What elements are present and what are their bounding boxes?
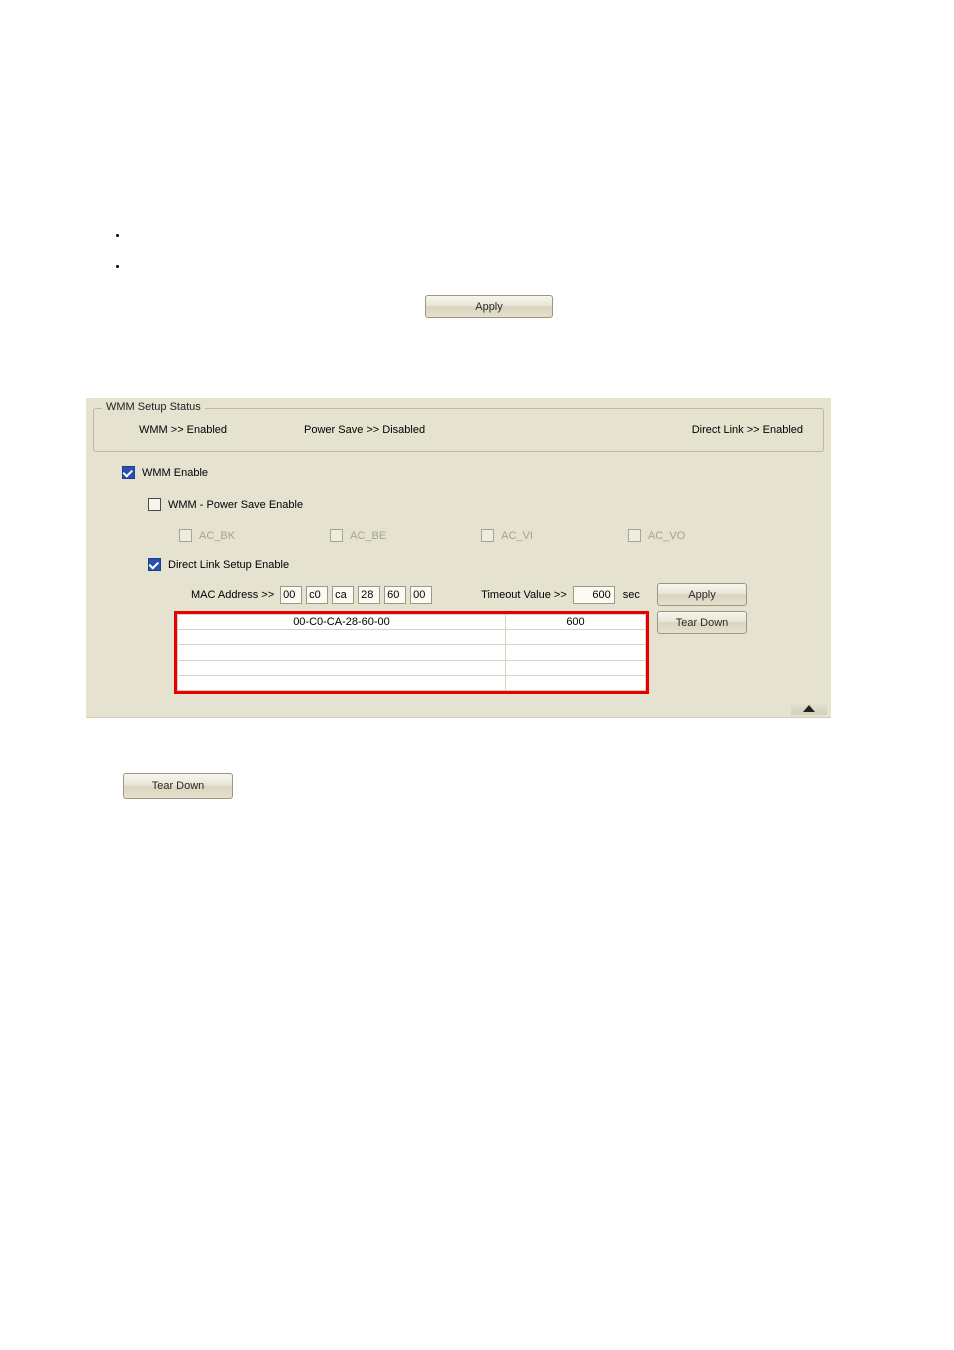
- mac-octet-1[interactable]: [306, 586, 328, 604]
- wmm-enable-label: WMM Enable: [142, 467, 208, 479]
- ac-vi-checkbox: [481, 529, 494, 542]
- powersave-enable-checkbox[interactable]: [148, 498, 161, 511]
- apply-button-top[interactable]: Apply: [425, 295, 553, 318]
- ac-be-checkbox: [330, 529, 343, 542]
- table-cell-mac: 00-C0-CA-28-60-00: [178, 615, 506, 630]
- wmm-status-fieldset: WMM Setup Status WMM >> Enabled Power Sa…: [93, 408, 824, 452]
- table-row: [178, 675, 646, 690]
- wmm-enable-checkbox[interactable]: [122, 466, 135, 479]
- table-row: [178, 645, 646, 660]
- powersave-status-text: Power Save >> Disabled: [304, 424, 594, 436]
- table-row: [178, 630, 646, 645]
- timeout-label: Timeout Value >>: [481, 589, 567, 601]
- directlink-status-text: Direct Link >> Enabled: [692, 424, 803, 436]
- mac-address-label: MAC Address >>: [191, 589, 274, 601]
- table-row: 00-C0-CA-28-60-00 600: [178, 615, 646, 630]
- mac-octet-5[interactable]: [410, 586, 432, 604]
- mac-octet-3[interactable]: [358, 586, 380, 604]
- powersave-enable-label: WMM - Power Save Enable: [168, 499, 303, 511]
- ac-vi-label: AC_VI: [501, 530, 533, 542]
- wmm-panel: WMM Setup Status WMM >> Enabled Power Sa…: [86, 398, 831, 718]
- ac-vo-checkbox: [628, 529, 641, 542]
- wmm-status-text: WMM >> Enabled: [139, 424, 304, 436]
- fieldset-legend: WMM Setup Status: [102, 401, 205, 413]
- dls-table[interactable]: 00-C0-CA-28-60-00 600: [174, 611, 649, 694]
- ac-vo-label: AC_VO: [648, 530, 685, 542]
- dls-enable-label: Direct Link Setup Enable: [168, 559, 289, 571]
- bullet-list: [128, 230, 728, 292]
- table-row: [178, 660, 646, 675]
- timeout-input[interactable]: [573, 586, 615, 604]
- apply-button[interactable]: Apply: [657, 583, 747, 606]
- teardown-button-lower[interactable]: Tear Down: [123, 773, 233, 799]
- ac-be-label: AC_BE: [350, 530, 386, 542]
- dls-enable-checkbox[interactable]: [148, 558, 161, 571]
- ac-bk-label: AC_BK: [199, 530, 235, 542]
- mac-octet-4[interactable]: [384, 586, 406, 604]
- mac-octet-2[interactable]: [332, 586, 354, 604]
- ac-bk-checkbox: [179, 529, 192, 542]
- table-cell-timeout: 600: [506, 615, 646, 630]
- expand-up-icon[interactable]: [791, 701, 827, 715]
- mac-octet-0[interactable]: [280, 586, 302, 604]
- teardown-button[interactable]: Tear Down: [657, 611, 747, 634]
- sec-label: sec: [623, 589, 640, 601]
